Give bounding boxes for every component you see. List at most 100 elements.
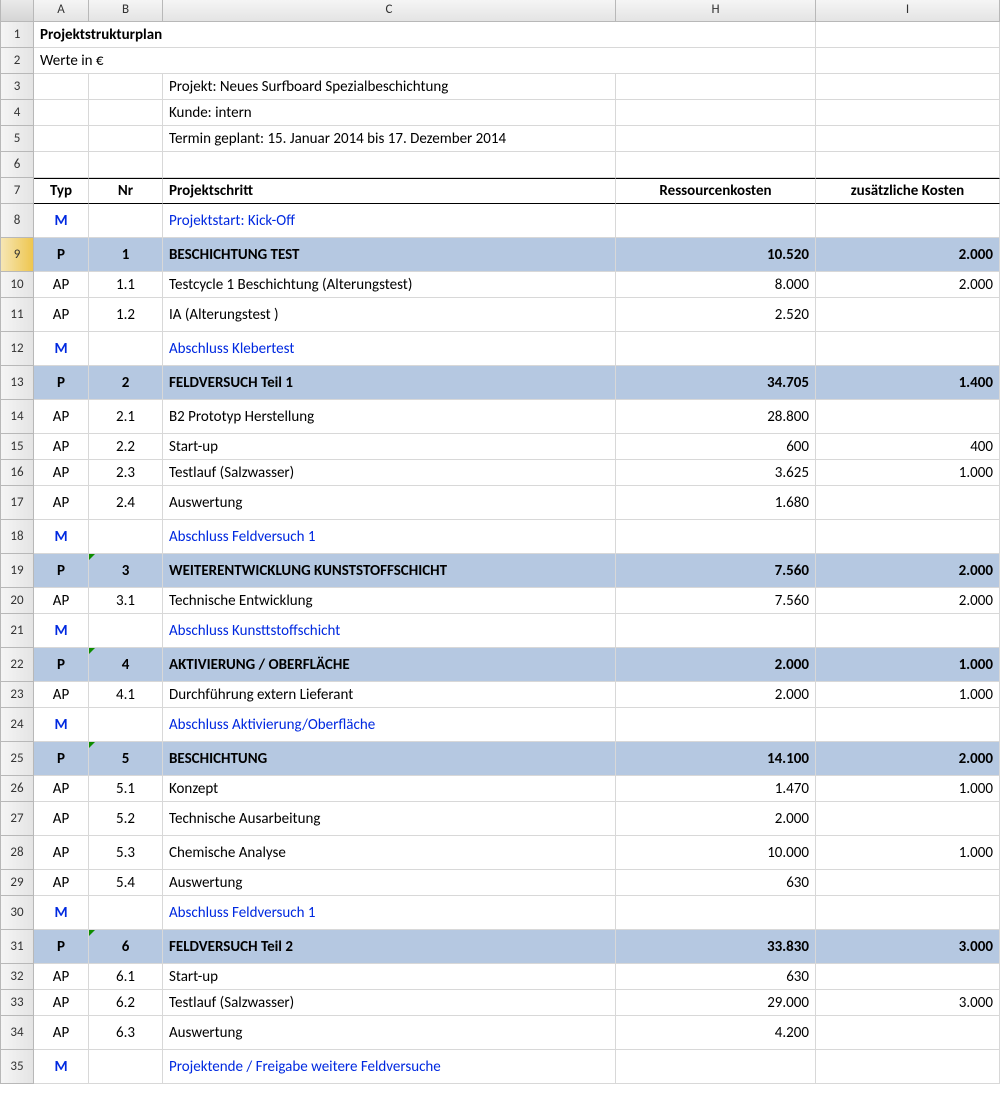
cell-step[interactable]: Testlauf (Salzwasser) <box>163 460 616 486</box>
row-header-13[interactable]: 13 <box>0 366 34 400</box>
cell-nr[interactable]: 1 <box>89 238 163 272</box>
th-step[interactable]: Projektschritt <box>163 178 616 204</box>
cell-step[interactable]: BESCHICHTUNG TEST <box>163 238 616 272</box>
cell-res[interactable] <box>616 1050 816 1084</box>
cell[interactable] <box>89 126 163 152</box>
cell-res[interactable]: 29.000 <box>616 990 816 1016</box>
cell-step[interactable]: Technische Ausarbeitung <box>163 802 616 836</box>
col-header-C[interactable]: C <box>163 0 616 22</box>
cell-res[interactable]: 630 <box>616 964 816 990</box>
cell-typ[interactable]: AP <box>34 964 89 990</box>
row-header-22[interactable]: 22 <box>0 648 34 682</box>
row-header-27[interactable]: 27 <box>0 802 34 836</box>
cell-nr[interactable] <box>89 896 163 930</box>
cell-nr[interactable]: 2.3 <box>89 460 163 486</box>
cell-nr[interactable]: 1.2 <box>89 298 163 332</box>
row-header-9[interactable]: 9 <box>0 238 34 272</box>
cell-step[interactable]: Abschluss Kunsttstoffschicht <box>163 614 616 648</box>
cell[interactable] <box>163 152 616 178</box>
cell-typ[interactable]: AP <box>34 434 89 460</box>
cell-typ[interactable]: M <box>34 520 89 554</box>
row-header-28[interactable]: 28 <box>0 836 34 870</box>
cell-step[interactable]: AKTIVIERUNG / OBERFLÄCHE <box>163 648 616 682</box>
cell-nr[interactable]: 2 <box>89 366 163 400</box>
row-header-32[interactable]: 32 <box>0 964 34 990</box>
cell[interactable] <box>89 100 163 126</box>
cell-add[interactable] <box>816 1016 1000 1050</box>
cell-step[interactable]: IA (Alterungstest ) <box>163 298 616 332</box>
cell-step[interactable]: WEITERENTWICKLUNG KUNSTSTOFFSCHICHT <box>163 554 616 588</box>
cell-nr[interactable] <box>89 614 163 648</box>
cell-nr[interactable]: 6.1 <box>89 964 163 990</box>
cell-res[interactable]: 7.560 <box>616 554 816 588</box>
cell-nr[interactable]: 6 <box>89 930 163 964</box>
cell-typ[interactable]: AP <box>34 836 89 870</box>
cell[interactable] <box>616 22 816 48</box>
cell[interactable] <box>816 100 1000 126</box>
cell-typ[interactable]: AP <box>34 272 89 298</box>
cell-step[interactable]: FELDVERSUCH Teil 2 <box>163 930 616 964</box>
cell-step[interactable]: Testlauf (Salzwasser) <box>163 990 616 1016</box>
cell-add[interactable]: 1.400 <box>816 366 1000 400</box>
cell-nr[interactable]: 3.1 <box>89 588 163 614</box>
cell-step[interactable]: B2 Prototyp Herstellung <box>163 400 616 434</box>
row-header-4[interactable]: 4 <box>0 100 34 126</box>
row-header-34[interactable]: 34 <box>0 1016 34 1050</box>
cell-typ[interactable]: P <box>34 238 89 272</box>
cell-typ[interactable]: AP <box>34 682 89 708</box>
cell[interactable] <box>34 126 89 152</box>
cell-nr[interactable]: 2.2 <box>89 434 163 460</box>
row-header-2[interactable]: 2 <box>0 48 34 74</box>
cell-nr[interactable] <box>89 1050 163 1084</box>
row-header-31[interactable]: 31 <box>0 930 34 964</box>
cell-step[interactable]: Testcycle 1 Beschichtung (Alterungstest) <box>163 272 616 298</box>
row-header-8[interactable]: 8 <box>0 204 34 238</box>
cell-typ[interactable]: AP <box>34 1016 89 1050</box>
row-header-1[interactable]: 1 <box>0 22 34 48</box>
cell[interactable] <box>616 74 816 100</box>
cell-step[interactable]: Technische Entwicklung <box>163 588 616 614</box>
cell-typ[interactable]: M <box>34 1050 89 1084</box>
cell-nr[interactable]: 5.2 <box>89 802 163 836</box>
th-add[interactable]: zusätzliche Kosten <box>816 178 1000 204</box>
cell-add[interactable] <box>816 802 1000 836</box>
cell-nr[interactable] <box>89 520 163 554</box>
row-header-5[interactable]: 5 <box>0 126 34 152</box>
cell-add[interactable] <box>816 896 1000 930</box>
cell-add[interactable] <box>816 708 1000 742</box>
cell-typ[interactable]: AP <box>34 802 89 836</box>
cell-add[interactable] <box>816 486 1000 520</box>
cell-nr[interactable]: 6.2 <box>89 990 163 1016</box>
row-header-14[interactable]: 14 <box>0 400 34 434</box>
cell[interactable] <box>616 126 816 152</box>
row-header-12[interactable]: 12 <box>0 332 34 366</box>
cell-step[interactable]: Abschluss Aktivierung/Oberfläche <box>163 708 616 742</box>
cell-typ[interactable]: M <box>34 708 89 742</box>
cell-nr[interactable]: 1.1 <box>89 272 163 298</box>
cell-add[interactable]: 2.000 <box>816 272 1000 298</box>
cell-nr[interactable]: 3 <box>89 554 163 588</box>
cell-add[interactable] <box>816 204 1000 238</box>
cell-res[interactable]: 14.100 <box>616 742 816 776</box>
cell-add[interactable] <box>816 520 1000 554</box>
cell-add[interactable]: 2.000 <box>816 588 1000 614</box>
cell[interactable] <box>89 152 163 178</box>
cell-typ[interactable]: AP <box>34 486 89 520</box>
cell-typ[interactable]: AP <box>34 990 89 1016</box>
row-header-24[interactable]: 24 <box>0 708 34 742</box>
cell-add[interactable] <box>816 1050 1000 1084</box>
cell[interactable] <box>816 48 1000 74</box>
cell-nr[interactable]: 6.3 <box>89 1016 163 1050</box>
cell-typ[interactable]: M <box>34 332 89 366</box>
row-header-30[interactable]: 30 <box>0 896 34 930</box>
subtitle-cell[interactable]: Werte in € <box>34 48 616 74</box>
cell-step[interactable]: Abschluss Feldversuch 1 <box>163 896 616 930</box>
row-header-23[interactable]: 23 <box>0 682 34 708</box>
title-cell[interactable]: Projektstrukturplan <box>34 22 616 48</box>
cell-step[interactable]: Abschluss Feldversuch 1 <box>163 520 616 554</box>
cell[interactable] <box>616 48 816 74</box>
row-header-19[interactable]: 19 <box>0 554 34 588</box>
row-header-7[interactable]: 7 <box>0 178 34 204</box>
cell-add[interactable]: 1.000 <box>816 776 1000 802</box>
cell-res[interactable]: 28.800 <box>616 400 816 434</box>
